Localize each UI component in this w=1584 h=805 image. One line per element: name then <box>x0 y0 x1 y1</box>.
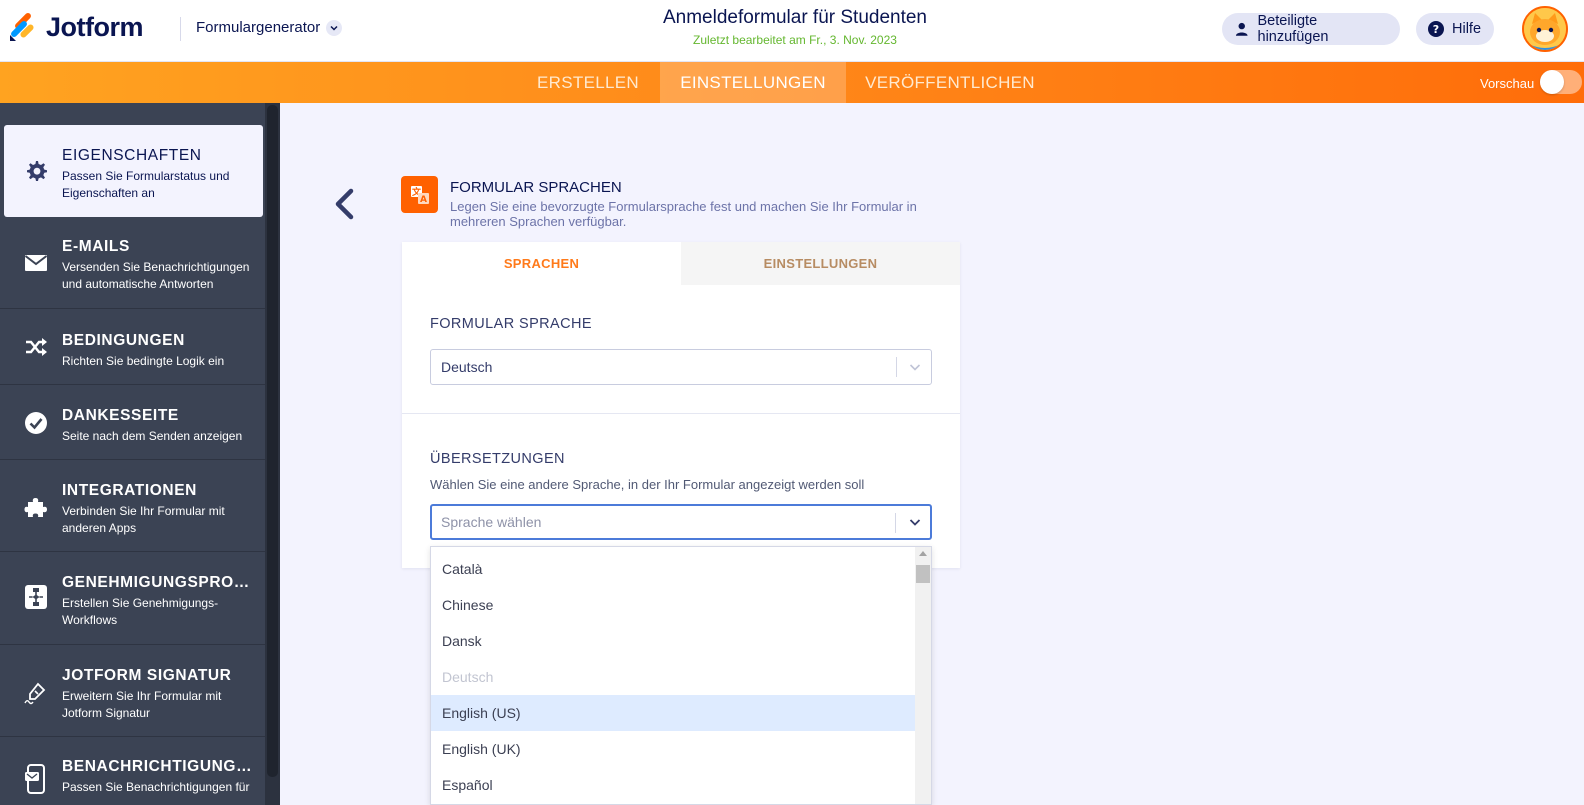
add-participants-button[interactable]: Beteiligte hinzufügen <box>1222 13 1400 45</box>
sidebar-item-title: GENEHMIGUNGSPROZ... <box>62 574 257 591</box>
scroll-up-arrow-icon[interactable] <box>919 551 927 556</box>
sidebar-item-title: INTEGRATIONEN <box>62 482 197 499</box>
help-button[interactable]: ? Hilfe <box>1416 13 1494 45</box>
top-bar: Jotform Formulargenerator Anmeldeformula… <box>0 0 1584 62</box>
translation-language-select[interactable]: Sprache wählen <box>430 504 932 540</box>
user-icon <box>1235 22 1248 36</box>
tab-language-settings[interactable]: EINSTELLUNGEN <box>681 242 960 285</box>
dropdown-option-espanol[interactable]: Español <box>431 767 916 803</box>
section-divider <box>402 413 960 414</box>
form-language-value: Deutsch <box>441 359 493 375</box>
logo-text: Jotform <box>46 12 144 42</box>
preview-toggle[interactable] <box>1540 70 1582 94</box>
shuffle-icon <box>24 335 48 359</box>
preview-toggle-knob <box>1540 70 1564 94</box>
translate-icon: 文A <box>401 176 438 213</box>
sidebar-item-approvals[interactable]: GENEHMIGUNGSPROZ... Erstellen Sie Genehm… <box>0 552 265 645</box>
dropdown-scrollbar[interactable] <box>915 547 931 804</box>
sidebar-item-properties[interactable]: EIGENSCHAFTEN Passen Sie Formularstatus … <box>4 125 263 217</box>
sidebar-item-emails[interactable]: E-MAILS Versenden Sie Benachrichtigungen… <box>0 217 265 309</box>
chevron-down-icon[interactable] <box>907 514 923 530</box>
sidebar-item-desc: Passen Sie Formularstatus und Eigenschaf… <box>62 169 230 200</box>
sidebar-item-desc: Passen Sie Benachrichtigungen für <box>62 780 250 794</box>
sidebar-item-conditions[interactable]: BEDINGUNGEN Richten Sie bedingte Logik e… <box>0 309 265 385</box>
tab-settings[interactable]: EINSTELLUNGEN <box>660 62 846 103</box>
sidebar-item-desc: Seite nach dem Senden anzeigen <box>62 429 243 443</box>
sidebar-scrollbar[interactable] <box>265 103 280 805</box>
gear-icon <box>24 159 48 183</box>
form-language-label: FORMULAR SPRACHE <box>430 316 592 332</box>
sidebar-item-thankyou-page[interactable]: DANKESSEITE Seite nach dem Senden anzeig… <box>0 385 265 460</box>
back-arrow-icon[interactable] <box>332 188 356 220</box>
svg-text:?: ? <box>1433 23 1439 36</box>
language-settings-card: SPRACHEN EINSTELLUNGEN FORMULAR SPRACHE … <box>402 242 960 568</box>
svg-text:A: A <box>420 195 427 205</box>
chevron-down-icon <box>909 364 921 371</box>
translation-placeholder[interactable]: Sprache wählen <box>441 514 541 530</box>
sidebar-item-desc: Erweitern Sie Ihr Formular mit Jotform S… <box>62 689 222 720</box>
form-language-select[interactable]: Deutsch <box>430 349 932 385</box>
sidebar-item-title: DANKESSEITE <box>62 407 179 424</box>
dropdown-option-catala[interactable]: Català <box>431 551 916 587</box>
dropdown-option-dansk[interactable]: Dansk <box>431 623 916 659</box>
sidebar-scrollbar-thumb[interactable] <box>267 105 278 777</box>
puzzle-icon <box>24 495 48 519</box>
chevron-down-icon <box>326 19 343 36</box>
check-circle-icon <box>24 411 48 435</box>
app-switcher[interactable]: Formulargenerator <box>196 19 343 36</box>
sidebar-item-integrations[interactable]: INTEGRATIONEN Verbinden Sie Ihr Formular… <box>0 460 265 552</box>
language-dropdown-menu: Català Chinese Dansk Deutsch English (US… <box>430 546 932 805</box>
panel-description: Legen Sie eine bevorzugte Formularsprach… <box>450 199 917 229</box>
sidebar-item-notifications[interactable]: BENACHRICHTIGUNGEN Passen Sie Benachrich… <box>0 737 265 805</box>
dropdown-option-deutsch: Deutsch <box>442 669 494 685</box>
workflow-icon <box>24 585 48 609</box>
add-participants-label: Beteiligte hinzufügen <box>1257 13 1329 45</box>
avatar[interactable] <box>1522 6 1568 52</box>
app-switcher-label: Formulargenerator <box>196 19 321 36</box>
jotform-logo[interactable]: Jotform <box>8 12 144 43</box>
tab-publish[interactable]: VERÖFFENTLICHEN <box>858 62 1042 103</box>
sidebar-item-title: BENACHRICHTIGUNGEN <box>62 758 257 775</box>
sidebar-item-jotform-sign[interactable]: JOTFORM SIGNATUR Erweitern Sie Ihr Formu… <box>0 645 265 737</box>
preview-label: Vorschau <box>1480 76 1535 91</box>
sidebar-item-desc: Richten Sie bedingte Logik ein <box>62 354 225 368</box>
form-title[interactable]: Anmeldeformular für Studenten <box>600 7 990 29</box>
sidebar-item-title: EIGENSCHAFTEN <box>62 147 202 164</box>
pen-icon <box>24 681 48 705</box>
cat-avatar-icon <box>1524 8 1566 50</box>
help-label: Hilfe <box>1452 21 1482 37</box>
form-title-block: Anmeldeformular für Studenten Zuletzt be… <box>600 7 990 47</box>
translations-help: Wählen Sie eine andere Sprache, in der I… <box>430 477 865 492</box>
select-separator <box>896 357 897 377</box>
dropdown-option-chinese[interactable]: Chinese <box>431 587 916 623</box>
sidebar-item-desc: Erstellen Sie Genehmigungs-Workflows <box>62 596 219 627</box>
header-divider <box>180 17 181 41</box>
last-edited: Zuletzt bearbeitet am Fr., 3. Nov. 2023 <box>693 33 897 47</box>
dropdown-scrollbar-thumb[interactable] <box>916 565 930 583</box>
sidebar-item-title: JOTFORM SIGNATUR <box>62 667 232 684</box>
select-separator <box>895 513 896 533</box>
dropdown-option-english-us[interactable]: English (US) <box>431 695 916 731</box>
sidebar-item-desc: Verbinden Sie Ihr Formular mit anderen A… <box>62 504 225 535</box>
mobile-icon <box>24 764 48 794</box>
tab-languages[interactable]: SPRACHEN <box>402 242 681 285</box>
tab-create[interactable]: ERSTELLEN <box>528 62 648 103</box>
panel-title: FORMULAR SPRACHEN <box>450 179 622 196</box>
sidebar-item-title: BEDINGUNGEN <box>62 332 185 349</box>
dropdown-option-english-uk[interactable]: English (UK) <box>431 731 916 767</box>
jotform-logo-icon <box>10 12 34 41</box>
translations-label: ÜBERSETZUNGEN <box>430 451 565 467</box>
envelope-icon <box>24 251 48 275</box>
builder-nav: ERSTELLEN EINSTELLUNGEN VERÖFFENTLICHEN … <box>0 62 1584 103</box>
question-icon: ? <box>1428 21 1444 37</box>
settings-sidebar: EIGENSCHAFTEN Passen Sie Formularstatus … <box>0 103 280 805</box>
sidebar-item-title: E-MAILS <box>62 238 130 255</box>
sidebar-item-desc: Versenden Sie Benachrichtigungen und aut… <box>62 260 250 291</box>
